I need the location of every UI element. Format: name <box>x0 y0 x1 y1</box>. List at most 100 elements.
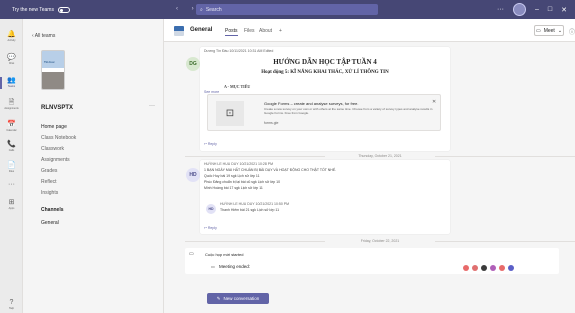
post-line: Phúc Đăng chuẩn bị lại bài cũ sgk Lịch s… <box>204 180 281 184</box>
toggle-switch[interactable] <box>57 6 70 13</box>
channels-heading: Channels <box>41 207 64 213</box>
search-placeholder: Search <box>205 6 222 13</box>
tab-files[interactable]: Files <box>244 28 255 34</box>
rail-teams[interactable]: 👥 Teams <box>0 77 23 89</box>
participant-avatar <box>490 265 496 271</box>
rail-more[interactable]: ··· <box>0 181 23 189</box>
rail-label: Assignments <box>4 107 19 110</box>
profile-avatar[interactable] <box>512 3 526 16</box>
post-line: Minh Hoàng bài 17 sgk Lịch sử lớp 11 <box>204 186 263 190</box>
avatar[interactable]: DG <box>186 57 200 71</box>
nav-class-notebook[interactable]: Class Notebook <box>41 134 151 142</box>
post-section: A - MỤC TIÊU <box>224 84 251 89</box>
meeting-ended-text: Meeting ended: <box>219 264 251 269</box>
info-icon[interactable]: ⓘ <box>569 27 575 36</box>
phone-icon: 📞 <box>7 141 16 148</box>
card-description: Create a new survey on your own or with … <box>264 107 433 115</box>
tab-add[interactable]: + <box>279 28 282 34</box>
new-conversation-button[interactable]: ✎ New conversation <box>207 293 269 304</box>
title-bar: Try the new Teams ‹ › ⌕ Search ··· – □ ✕ <box>0 0 575 19</box>
nav-insights[interactable]: Insights <box>41 189 151 197</box>
rail-help[interactable]: ? Help <box>0 299 23 310</box>
link-preview-card[interactable]: ⊡ Google Forms – create and analyse surv… <box>207 94 441 131</box>
team-icon <box>174 26 184 36</box>
calendar-icon: 📅 <box>7 121 16 128</box>
tab-about[interactable]: About <box>259 28 272 34</box>
compose-icon: ✎ <box>216 295 221 301</box>
channel-general[interactable]: General <box>37 218 155 227</box>
team-name: RLNVSPTX <box>41 105 74 111</box>
post-line: Quốc Huy bài 19 sgk Lịch sử lớp 11 <box>204 174 260 178</box>
reply-meta: HUỲNH LE HUU DUY 10/21/2021 10:50 PM <box>220 202 289 206</box>
more-options-button[interactable]: ··· <box>497 6 504 13</box>
meet-button[interactable]: ▭ Meet ⌄ <box>534 25 564 36</box>
date-separator: Thursday, October 21, 2021 <box>185 154 575 158</box>
team-pane: ‹ All teams Tin hoc RLNVSPTX ··· Home pa… <box>23 19 164 313</box>
team-more-button[interactable]: ··· <box>149 103 155 109</box>
link-icon: ⊡ <box>216 101 244 126</box>
close-icon[interactable]: ✕ <box>432 99 436 105</box>
chevron-down-icon: ⌄ <box>557 27 563 34</box>
rail-label: Chat <box>8 62 15 65</box>
participant-avatar <box>463 265 469 271</box>
rail-label: Help <box>8 307 15 310</box>
post-line: 1 BẠN NGÀY MAI HẤT CHUẨN BỊ BÀI DẠY VÀ H… <box>204 168 337 172</box>
rail-apps[interactable]: ⊞ Apps <box>0 199 23 210</box>
rail-calendar[interactable]: 📅 Calendar <box>0 121 23 132</box>
nav-home-page[interactable]: Home page <box>37 122 155 131</box>
post-card: HUỲNH LE HUU DUY 10/21/2021 10:28 PM 1 B… <box>200 160 450 234</box>
new-teams-toggle[interactable]: Try the new Teams <box>12 6 70 13</box>
video-icon: ▭ <box>211 264 215 269</box>
avatar[interactable]: HD <box>206 204 216 214</box>
rail-label: Teams <box>7 85 16 88</box>
participant-avatar <box>508 265 514 271</box>
rail-label: Activity <box>7 39 16 42</box>
rail-label: Apps <box>8 207 15 210</box>
help-icon: ? <box>9 299 14 306</box>
team-logo: Tin hoc <box>41 50 65 90</box>
nav-assignments[interactable]: Assignments <box>41 156 151 164</box>
card-title: Google Forms – create and analyse survey… <box>264 101 359 106</box>
participant-avatar <box>481 265 487 271</box>
participant-avatar <box>499 265 505 271</box>
avatar[interactable]: HD <box>186 168 200 182</box>
close-button[interactable]: ✕ <box>561 6 567 14</box>
nav-classwork[interactable]: Classwork <box>41 145 151 153</box>
new-teams-label: Try the new Teams <box>12 6 54 13</box>
all-teams-link[interactable]: ‹ All teams <box>32 33 55 39</box>
channel-header: General Posts Files About + ▭ Meet ⌄ ⓘ <box>164 19 575 42</box>
video-icon: ▭ <box>535 27 541 34</box>
nav-reflect[interactable]: Reflect <box>41 178 151 186</box>
team-logo-text: Tin hoc <box>44 60 55 64</box>
reply-button[interactable]: ↩ Reply <box>204 142 217 146</box>
rail-files[interactable]: 📄 Files <box>0 162 23 173</box>
post-subtitle: Hoạt động 5: KĨ NĂNG KHAI THÁC, XỬ LÍ TH… <box>261 70 389 75</box>
new-conversation-label: New conversation <box>223 296 260 301</box>
app-rail: 🔔 Activity 💬 Chat 👥 Teams 🗎 Assignments … <box>0 19 23 313</box>
reply-text: Thanh Hiếm bài 21 sgk Lịch sử lớp 11 <box>220 208 280 212</box>
meet-label: Meet <box>543 27 555 34</box>
rail-assignments[interactable]: 🗎 Assignments <box>0 99 23 110</box>
tab-posts[interactable]: Posts <box>225 28 238 36</box>
meeting-post[interactable]: ▭ Cuộc họp mới started ▭ Meeting ended: <box>185 248 559 274</box>
rail-chat[interactable]: 💬 Chat <box>0 54 23 65</box>
reply-button[interactable]: ↩ Reply <box>204 226 217 230</box>
nav-grades[interactable]: Grades <box>41 167 151 175</box>
minimize-button[interactable]: – <box>535 6 539 13</box>
post-title: HƯỚNG DẪN HỌC TẬP TUẦN 4 <box>273 58 377 66</box>
channel-title: General <box>190 27 213 33</box>
search-input[interactable]: ⌕ Search <box>196 4 378 15</box>
participant-avatar <box>472 265 478 271</box>
rail-label: Files <box>8 170 15 173</box>
assignments-icon: 🗎 <box>8 99 15 106</box>
rail-activity[interactable]: 🔔 Activity <box>0 31 23 42</box>
participant-avatars <box>463 265 514 271</box>
maximize-button[interactable]: □ <box>548 6 552 13</box>
teams-icon: 👥 <box>7 77 16 84</box>
rail-calls[interactable]: 📞 Calls <box>0 141 23 152</box>
all-teams-label: All teams <box>34 33 56 39</box>
card-domain: forms.gle <box>264 121 279 125</box>
rail-label: Calls <box>8 149 15 152</box>
more-icon: ··· <box>8 181 15 188</box>
file-icon: 📄 <box>7 162 16 169</box>
